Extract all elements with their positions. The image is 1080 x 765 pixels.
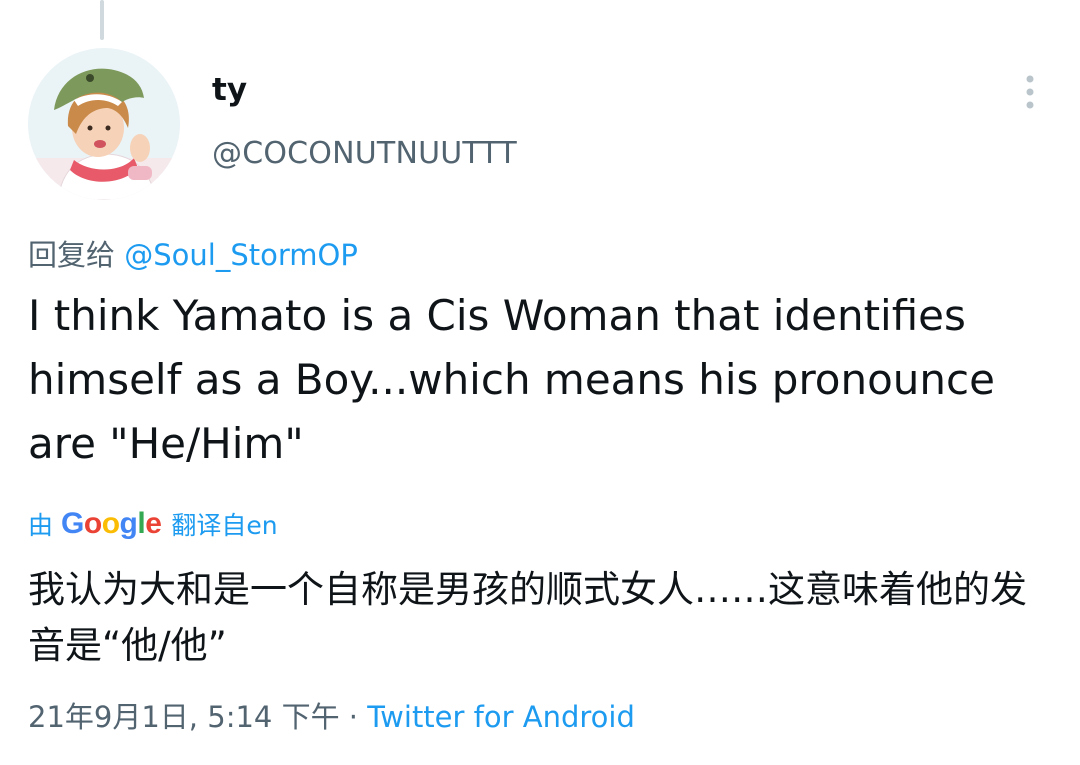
reply-mention-link[interactable]: @Soul_StormOP	[124, 238, 358, 272]
meta-separator: ·	[339, 700, 368, 734]
thread-connector-line	[100, 0, 104, 40]
avatar-image	[28, 48, 180, 200]
author-display-name[interactable]: ty	[212, 72, 247, 108]
google-logo-letter: o	[83, 507, 102, 540]
tweet-source-link[interactable]: Twitter for Android	[367, 700, 635, 734]
more-vertical-icon[interactable]	[1016, 72, 1044, 112]
google-logo-letter: e	[145, 507, 162, 540]
avatar[interactable]	[28, 48, 180, 200]
translated-by-label: 由	[28, 511, 54, 540]
google-logo-letter: G	[61, 507, 84, 540]
reply-context: 回复给 @Soul_StormOP	[28, 232, 358, 274]
google-logo: Google	[61, 507, 162, 541]
translated-tweet-text: 我认为大和是一个自称是男孩的顺式女人……这意味着他的发音是“他/他”	[28, 568, 1027, 667]
translated-from-label: 翻译自en	[171, 511, 278, 540]
google-logo-letter: l	[137, 507, 146, 540]
tweet-timestamp[interactable]: 21年9月1日, 5:14 下午	[28, 700, 340, 734]
reply-prefix: 回复给	[28, 238, 116, 272]
tweet-text: I think Yamato is a Cis Woman that ident…	[28, 291, 995, 468]
author-handle[interactable]: @COCONUTNUUTTT	[212, 136, 517, 171]
tweet-metadata: 21年9月1日, 5:14 下午 · Twitter for Android	[28, 694, 635, 736]
translation-attribution[interactable]: 由 Google 翻译自en	[28, 506, 278, 542]
google-logo-letter: g	[119, 507, 138, 540]
google-logo-letter: o	[101, 507, 120, 540]
